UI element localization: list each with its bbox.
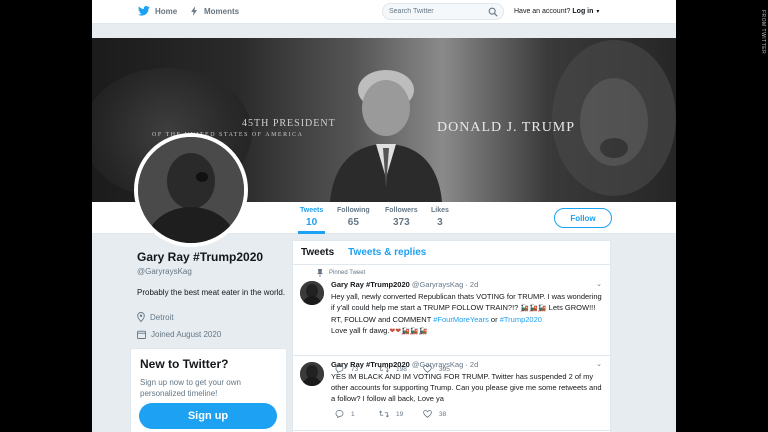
train-emoji-icon: 🚂🚂🚂	[520, 305, 547, 312]
pinned-label: Pinned Tweet	[329, 270, 366, 276]
search-input[interactable]	[389, 8, 484, 15]
nav-moments-label: Moments	[204, 6, 240, 16]
login-link[interactable]: Log in	[572, 8, 593, 15]
tweet-actions: 1 19 38	[335, 410, 467, 418]
nav-moments-link[interactable]: Moments	[190, 6, 239, 16]
stat-likes-label: Likes	[431, 207, 449, 214]
retweet-count: 19	[396, 410, 404, 418]
heart-emoji-icon: ❤❤	[389, 328, 402, 335]
joined-text: Joined August 2020	[151, 330, 222, 339]
tweet-item[interactable]: Pinned Tweet Gary Ray #Trump2020 @Garyra…	[293, 266, 610, 373]
tweet-author-name[interactable]: Gary Ray #Trump2020	[331, 280, 410, 289]
profile-bio: Probably the best meat eater in the worl…	[137, 288, 286, 297]
portrait-image	[330, 70, 442, 202]
banner-name-text: DONALD J. TRUMP	[437, 120, 576, 135]
tweet-avatar-image	[300, 362, 324, 386]
reply-icon	[335, 410, 344, 418]
like-count: 38	[439, 410, 447, 418]
account-prompt: Have an account? Log in ▾	[514, 8, 599, 15]
search-icon[interactable]	[488, 7, 498, 17]
top-nav: Home Moments Have an account? Log in ▾	[92, 0, 676, 24]
tweet-author-name[interactable]: Gary Ray #Trump2020	[331, 360, 410, 369]
stat-followers-label: Followers	[385, 207, 418, 214]
signup-button[interactable]: Sign up	[139, 403, 277, 429]
tweet-avatar-image	[300, 281, 324, 305]
location-pin-icon	[137, 312, 145, 322]
lightning-icon	[191, 6, 197, 16]
tweet-menu-chevron-icon[interactable]: ⌄	[596, 280, 602, 288]
location-row: Detroit	[137, 312, 287, 322]
retweet-action[interactable]: 19	[379, 410, 423, 418]
tweet-text-part: Love yall fr dawg.	[331, 326, 390, 335]
new-to-twitter-body: Sign up now to get your own personalized…	[140, 378, 241, 398]
photo-credit: FROM TWITTER	[760, 10, 766, 55]
pin-icon	[317, 269, 323, 277]
stat-following[interactable]: Following 65	[337, 207, 370, 228]
search-box	[382, 3, 504, 20]
profile-handle[interactable]: @GaryraysKag	[137, 267, 287, 276]
retweet-icon	[379, 410, 389, 418]
tweet-header: Gary Ray #Trump2020 @GaryraysKag · 2d	[331, 280, 478, 289]
joined-row: Joined August 2020	[137, 330, 287, 339]
hashtag-link[interactable]: #Trump2020	[500, 315, 542, 324]
calendar-icon	[137, 330, 146, 339]
nav-home-label: Home	[155, 6, 178, 16]
stat-followers[interactable]: Followers 373	[385, 207, 418, 228]
tab-tweets[interactable]: Tweets	[301, 247, 334, 258]
profile-card: Gary Ray #Trump2020 @GaryraysKag Probabl…	[137, 250, 287, 339]
twitter-bird-icon	[138, 6, 150, 16]
stat-likes-value: 3	[437, 217, 443, 228]
new-to-twitter-card: New to Twitter? Sign up now to get your …	[130, 348, 287, 432]
hashtag-link[interactable]: #FourMoreYears	[433, 315, 489, 324]
tweet-header: Gary Ray #Trump2020 @GaryraysKag · 2d	[331, 360, 478, 369]
tweet-text-part: or	[488, 315, 500, 324]
new-to-twitter-title: New to Twitter?	[140, 357, 229, 371]
login-caret-icon[interactable]: ▾	[596, 9, 599, 15]
display-name[interactable]: Gary Ray #Trump2020	[137, 250, 287, 264]
stat-tweets-value: 10	[306, 217, 318, 228]
nav-home-link[interactable]: Home	[138, 6, 177, 16]
tweet-item[interactable]: Gary Ray #Trump2020 @GaryraysKag · 2d ⌄ …	[293, 356, 610, 431]
follow-button[interactable]: Follow	[554, 208, 612, 228]
stat-likes[interactable]: Likes 3	[431, 207, 449, 228]
stat-tweets[interactable]: Tweets 10	[298, 207, 326, 234]
tweet-author-handle[interactable]: @GaryraysKag · 2d	[412, 280, 478, 289]
timeline-tabs: Tweets Tweets & replies	[293, 241, 610, 265]
stat-following-value: 65	[347, 217, 359, 228]
stat-tweets-label: Tweets	[300, 207, 324, 214]
stat-followers-value: 373	[393, 217, 410, 228]
profile-avatar[interactable]	[134, 133, 248, 247]
timeline: Tweets Tweets & replies Pinned Tweet Gar…	[292, 240, 611, 432]
tweet-avatar[interactable]	[300, 281, 324, 305]
pinned-indicator: Pinned Tweet	[317, 269, 365, 277]
location-text: Detroit	[150, 312, 174, 322]
account-prompt-text: Have an account?	[514, 8, 571, 15]
heart-icon	[423, 410, 432, 418]
avatar-image	[138, 137, 244, 243]
tweet-author-handle[interactable]: @GaryraysKag · 2d	[412, 360, 478, 369]
tab-tweets-and-replies[interactable]: Tweets & replies	[348, 247, 426, 258]
tweet-text: Hey yall, newly converted Republican tha…	[331, 291, 603, 337]
tweet-menu-chevron-icon[interactable]: ⌄	[596, 360, 602, 368]
train-emoji-icon: 🚂🚂🚂	[401, 328, 428, 335]
tweet-text: YES IM BLACK AND IM VOTING FOR TRUMP. Tw…	[331, 372, 602, 403]
tweet-avatar[interactable]	[300, 362, 324, 386]
twitter-page: Home Moments Have an account? Log in ▾ 4…	[92, 0, 676, 432]
like-action[interactable]: 38	[423, 410, 467, 418]
reply-count: 1	[351, 410, 355, 418]
stat-following-label: Following	[337, 207, 370, 214]
reply-action[interactable]: 1	[335, 410, 379, 418]
